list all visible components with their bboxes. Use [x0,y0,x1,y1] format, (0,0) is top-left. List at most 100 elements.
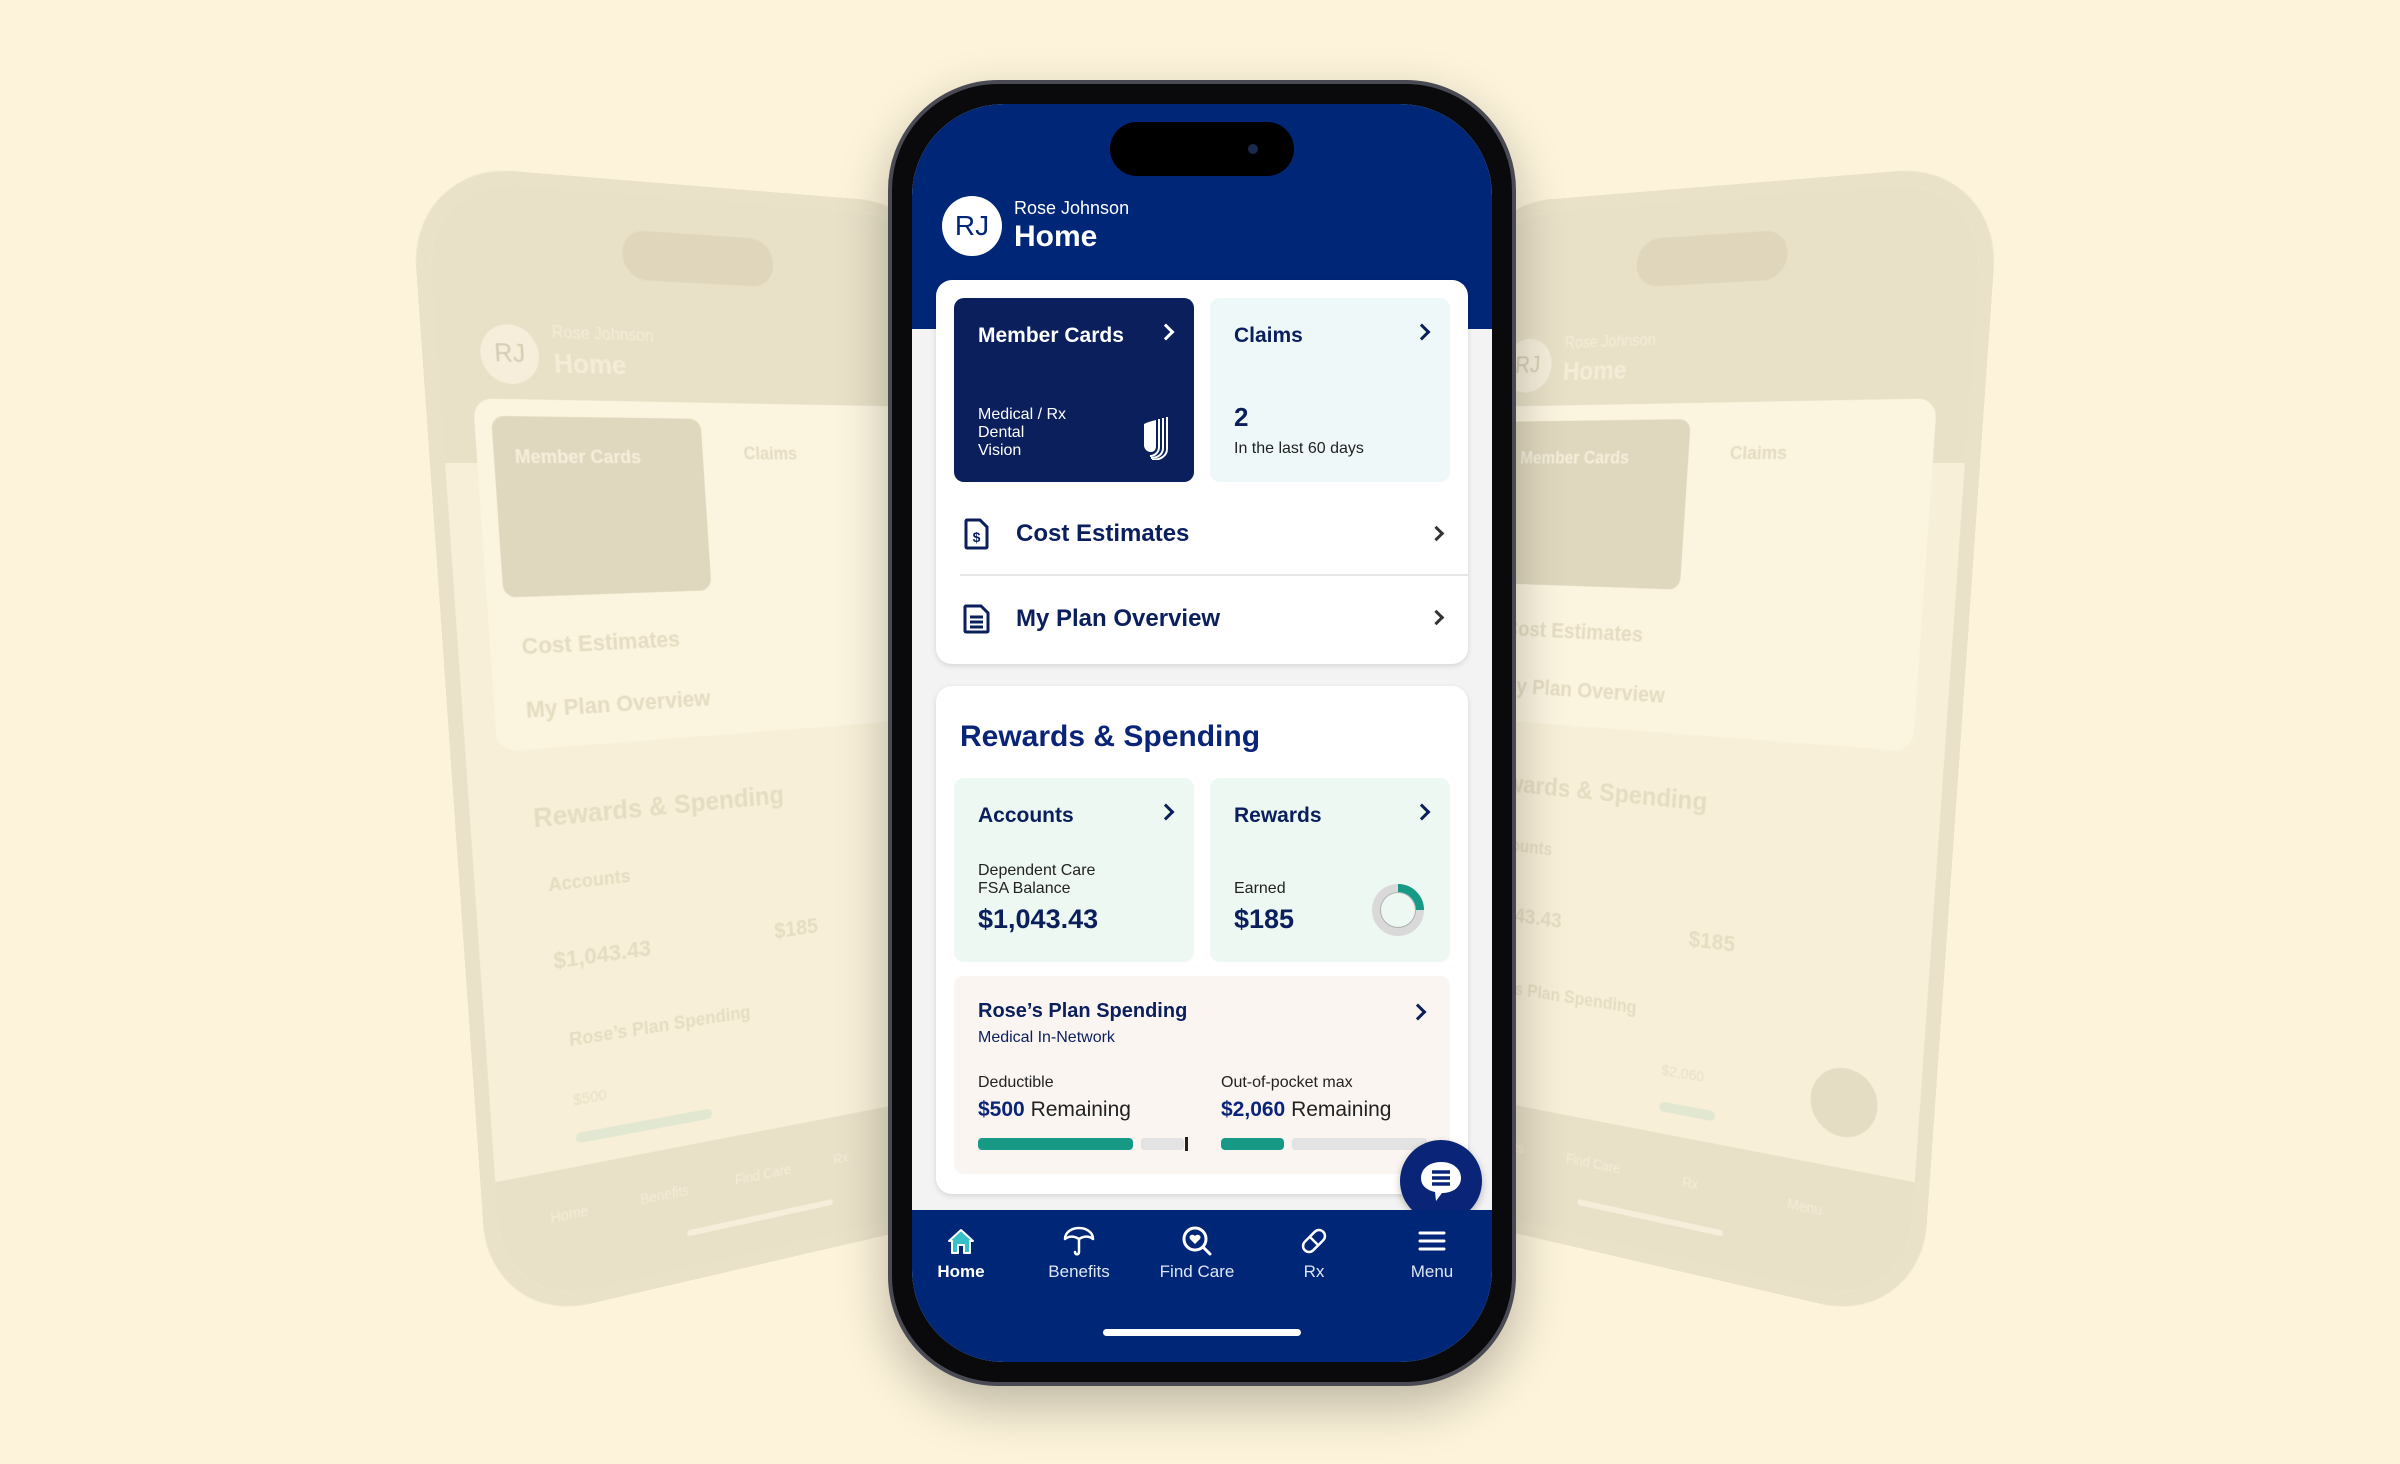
ghost-member-cards-title: Member Cards [1519,447,1630,468]
nav-benefits[interactable]: Benefits [1024,1224,1134,1282]
phone-frame: RJ Rose Johnson Home Member Cards Medica… [888,80,1516,1386]
deductible-label: Deductible [978,1074,1054,1091]
home-icon [946,1224,976,1258]
deductible-amount: $500 [978,1098,1025,1121]
ghost-deductible-amount: $500 [572,1086,608,1110]
ghost-nav-home: Home [549,1201,589,1227]
fsa-balance-value: $1,043.43 [978,904,1099,934]
accounts-label-line1: Dependent Care [978,862,1096,879]
ghost-dynamic-island [1635,229,1790,288]
profile-header: RJ Rose Johnson Home [942,196,1129,256]
user-name: Rose Johnson [1014,198,1130,218]
page-title: Home [1014,220,1098,253]
ghost-member-cards-tile: Member Cards [491,415,712,598]
rewards-spending-card: Rewards & Spending Accounts Dependent Ca… [936,686,1468,1194]
ghost-user-name: Rose Johnson [551,323,655,346]
uhc-logo-icon [1144,417,1168,460]
rewards-earned-value: $185 [1234,904,1295,934]
oop-amount: $2,060 [1221,1098,1286,1121]
bottom-nav: Home Benefits Find Care Rx Menu [912,1210,1492,1362]
nav-benefits-label: Benefits [1048,1262,1110,1281]
rewards-spending-title: Rewards & Spending [960,720,1261,753]
plan-spending-title: Rose’s Plan Spending [978,1000,1188,1022]
oop-label: Out-of-pocket max [1221,1074,1353,1091]
cost-estimates-link[interactable]: $ Cost Estimates [960,494,1468,576]
ghost-rewards-value: $185 [773,913,819,944]
nav-rx-label: Rx [1303,1262,1325,1281]
dynamic-island [1110,122,1294,176]
deductible-progress-fill [978,1138,1133,1150]
rewards-title: Rewards [1234,804,1322,827]
ghost-member-cards-tile: Member Cards [1495,419,1691,590]
umbrella-icon [1062,1224,1096,1258]
plan-overview-link[interactable]: My Plan Overview [960,578,1468,660]
rewards-tile[interactable]: Rewards Earned $185 [1210,778,1450,962]
chat-bubble-icon [1421,1162,1461,1201]
ghost-rewards-title: Rewards & Spending [532,779,785,834]
ghost-claims-title: Claims [1729,442,1788,464]
oop-progress-bar [1221,1138,1431,1150]
avatar[interactable]: RJ [942,196,1002,256]
ghost-claims-title: Claims [742,443,798,464]
cost-estimates-label: Cost Estimates [1016,520,1190,547]
ghost-nav-rx: Rx [833,1149,849,1168]
rewards-progress-ring [1372,884,1424,936]
ghost-dynamic-island [620,229,775,288]
ghost-accounts-value: $1,043.43 [552,934,652,974]
oop-progress-remaining [1292,1138,1427,1150]
menu-icon [1417,1224,1447,1258]
ghost-deductible-bar [575,1108,713,1144]
card-type-dental: Dental [978,424,1025,441]
accounts-label-line2: FSA Balance [978,880,1071,897]
claims-tile[interactable]: Claims 2 In the last 60 days [1210,298,1450,482]
phone-screen: RJ Rose Johnson Home Member Cards Medica… [912,104,1492,1362]
search-heart-icon [1180,1224,1214,1258]
claims-title: Claims [1234,324,1303,347]
deductible-end-marker [1185,1137,1188,1151]
nav-home[interactable]: Home [912,1224,1016,1282]
deductible-meter: Deductible $500 Remaining [978,1074,1188,1151]
ghost-user-name: Rose Johnson [1564,331,1657,353]
plan-spending-tile[interactable]: Rose’s Plan Spending Medical In-Network … [954,976,1450,1174]
ghost-oop-amount: $2,060 [1661,1061,1705,1087]
nav-menu-label: Menu [1410,1262,1454,1281]
deductible-progress-bar [978,1137,1188,1151]
nav-home-label: Home [937,1262,985,1281]
chevron-right-icon [1428,525,1445,542]
nav-find-care-label: Find Care [1159,1262,1235,1281]
ghost-member-cards-title: Member Cards [514,445,642,468]
accounts-title: Accounts [978,804,1074,827]
pill-icon [1297,1224,1331,1258]
rewards-earned-label: Earned [1234,880,1286,897]
deductible-suffix: Remaining [1030,1098,1131,1121]
home-indicator[interactable] [1103,1329,1301,1336]
claims-period: In the last 60 days [1234,440,1364,457]
ghost-chat-button [1808,1062,1880,1143]
ghost-nav-menu: Menu [1786,1195,1823,1219]
oop-suffix: Remaining [1291,1098,1392,1121]
ghost-accounts-title: Accounts [547,865,632,896]
ghost-nav-find-care: Find Care [734,1160,792,1188]
camera-icon [1248,144,1258,154]
ghost-oop-bar [1658,1101,1716,1122]
quick-access-card: Member Cards Medical / Rx Dental Vision … [936,280,1468,664]
nav-rx[interactable]: Rx [1259,1224,1369,1282]
member-cards-title: Member Cards [978,324,1124,347]
chevron-right-icon [1428,609,1445,626]
plan-overview-label: My Plan Overview [1016,605,1221,632]
nav-find-care[interactable]: Find Care [1142,1224,1252,1282]
member-card-types: Medical / Rx Dental Vision [978,406,1066,460]
nav-menu[interactable]: Menu [1377,1224,1487,1282]
member-cards-tile[interactable]: Member Cards Medical / Rx Dental Vision [954,298,1194,482]
card-type-medical: Medical / Rx [978,406,1067,423]
claims-count: 2 [1234,402,1249,432]
svg-text:$: $ [973,529,981,545]
ghost-rewards-value: $185 [1688,925,1736,958]
ghost-page-title: Home [552,347,628,381]
ghost-plan-title: Rose’s Plan Spending [568,1001,752,1051]
ghost-page-title: Home [1562,354,1628,387]
out-of-pocket-meter: Out-of-pocket max $2,060 Remaining [1221,1074,1431,1150]
document-icon [960,602,994,636]
accounts-tile[interactable]: Accounts Dependent Care FSA Balance $1,0… [954,778,1194,962]
dollar-document-icon: $ [960,517,994,551]
